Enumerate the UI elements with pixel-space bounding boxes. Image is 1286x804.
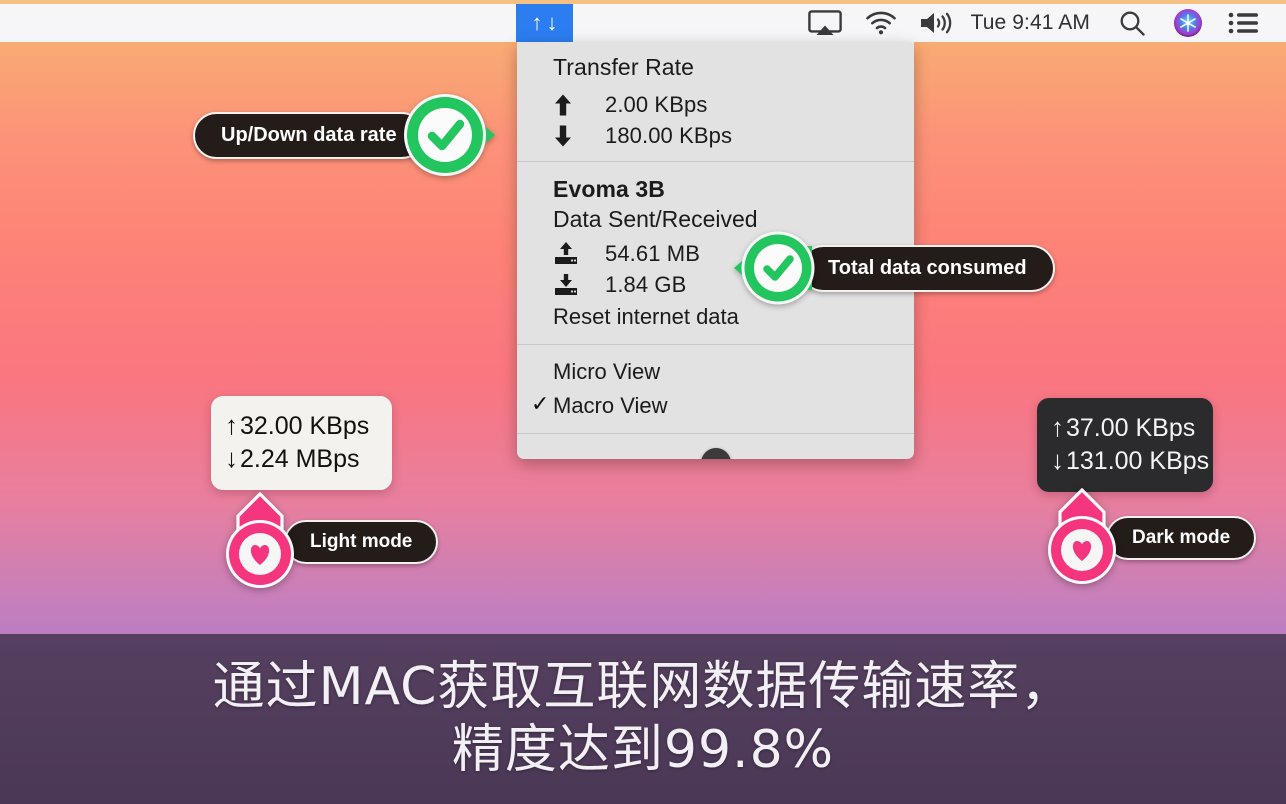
widget-download-line: ↓ 2.24 MBps [225,442,374,475]
widget-upload-line: ↑ 32.00 KBps [225,409,374,442]
callout-label: Up/Down data rate [193,111,425,159]
volume-icon[interactable] [909,4,965,42]
speed-widget-dark[interactable]: ↑ 37.00 KBps ↓ 131.00 KBps [1037,398,1213,492]
arrow-up-icon: ↑ [531,10,543,35]
green-check-badge [726,230,826,306]
data-received-value: 1.84 GB [605,271,687,297]
macos-menu-bar: ↑ ↓ Tue 9:41 AM [0,4,1286,42]
macro-view-label: Macro View [553,393,668,418]
green-check-badge [397,92,501,178]
callout-label: Total data consumed [800,244,1055,292]
arrow-down-icon: ↓ [546,10,558,35]
arrow-up-icon: ↑ [225,410,238,440]
widget-download-line: ↓ 131.00 KBps [1051,444,1209,477]
speed-widget-light[interactable]: ↑ 32.00 KBps ↓ 2.24 MBps [211,396,392,490]
menu-item-micro-view[interactable]: Micro View [517,355,914,389]
callout-total-data-consumed: Total data consumed [726,230,1055,306]
heart-pin-icon [1046,488,1118,588]
download-tray-icon [553,272,605,298]
callout-label: Light mode [284,520,439,564]
arrow-up-icon [553,93,605,117]
upload-tray-icon [553,241,605,267]
caption-line-1: 通过MAC获取互联网数据传输速率， [212,656,1074,717]
dropdown-footer [517,434,914,459]
airplay-icon[interactable] [797,4,853,42]
arrow-down-icon: ↓ [1051,445,1064,476]
widget-upload-value: 37.00 KBps [1066,414,1196,442]
widget-upload-line: ↑ 37.00 KBps [1051,411,1195,444]
micro-view-label: Micro View [553,359,661,384]
transfer-rate-download-row: 180.00 KBps [517,120,914,151]
menu-bar-left-spacer [0,4,516,42]
transfer-rate-section: Transfer Rate 2.00 KBps 180.00 KBps [517,42,914,161]
checkmark-icon: ✓ [531,391,550,416]
wifi-icon[interactable] [853,4,909,42]
siri-icon[interactable] [1160,4,1216,42]
callout-up-down-data-rate: Up/Down data rate [193,92,501,178]
chevron-down-icon[interactable] [700,448,731,459]
transfer-rate-upload-row: 2.00 KBps [517,89,914,120]
widget-download-value: 2.24 MBps [240,445,360,474]
reset-internet-data-label: Reset internet data [553,304,739,329]
search-icon[interactable] [1104,4,1160,42]
callout-light-mode: Light mode [224,492,439,592]
arrow-up-icon: ↑ [1051,412,1064,442]
menu-item-macro-view[interactable]: ✓ Macro View [517,389,914,423]
widget-download-value: 131.00 KBps [1066,447,1210,476]
arrow-down-icon [553,124,605,148]
menu-bar-status-icons: Tue 9:41 AM [797,4,1286,42]
arrow-down-icon: ↓ [225,443,238,474]
view-mode-section: Micro View ✓ Macro View [517,345,914,433]
reset-internet-data-item[interactable]: Reset internet data [517,300,914,344]
callout-dark-mode: Dark mode [1046,488,1257,588]
control-center-icon[interactable] [1216,4,1272,42]
caption-overlay: 通过MAC获取互联网数据传输速率， 精度达到99.8% [0,634,1286,804]
device-name: Evoma 3B [553,176,666,202]
transfer-rate-upload-value: 2.00 KBps [605,91,708,117]
callout-label: Dark mode [1106,516,1257,560]
desktop-screenshot: ↑ ↓ Tue 9:41 AM Transfer Rate 2.00 KBps … [0,0,1286,804]
widget-upload-value: 32.00 KBps [240,412,370,440]
heart-pin-icon [224,492,296,592]
transfer-rate-title: Transfer Rate [553,54,695,80]
caption-line-2: 精度达到99.8% [451,720,835,780]
menu-bar-clock[interactable]: Tue 9:41 AM [965,11,1104,35]
menubar-item-netspeed[interactable]: ↑ ↓ [516,4,573,42]
data-sent-value: 54.61 MB [605,240,700,266]
transfer-rate-download-value: 180.00 KBps [605,122,733,148]
